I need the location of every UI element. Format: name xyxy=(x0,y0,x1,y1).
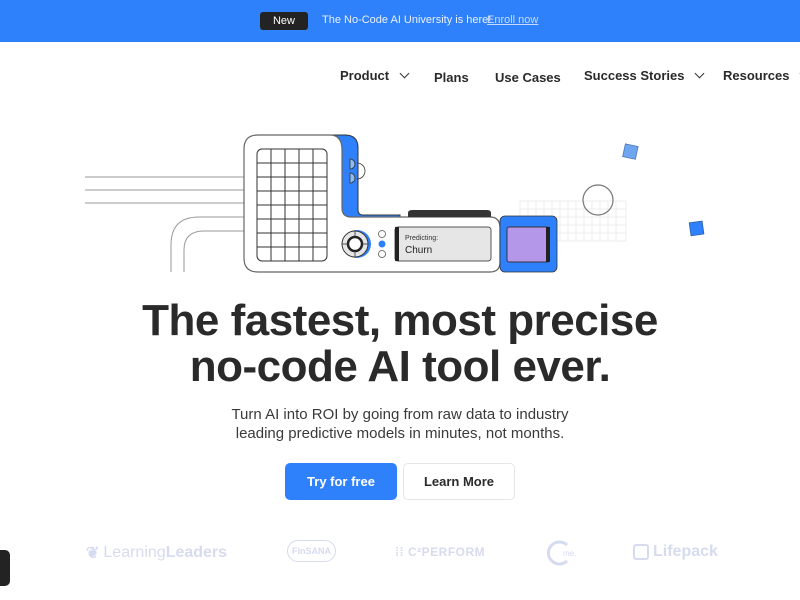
hero-title-line1: The fastest, most precise xyxy=(142,296,658,345)
announcement-message: The No-Code AI University is here! xyxy=(322,14,492,26)
hero-illustration: Predicting: Churn xyxy=(85,134,705,273)
learn-more-button[interactable]: Learn More xyxy=(403,463,515,500)
floating-square-dark xyxy=(688,220,705,237)
announcement-bar: New The No-Code AI University is here! E… xyxy=(0,0,800,42)
hero-title: The fastest, most precise no-code AI too… xyxy=(0,298,800,390)
new-badge: New xyxy=(260,12,308,30)
keypad-grid xyxy=(256,148,328,262)
enroll-now-link[interactable]: Enroll now xyxy=(487,14,538,26)
customer-logos: ❦ Learning Leaders FinSANA ⁞⁞ C²PERFORM m… xyxy=(0,535,800,575)
logo-c2perform: ⁞⁞ C²PERFORM xyxy=(395,545,486,559)
nav-item-plans[interactable]: Plans xyxy=(434,70,469,85)
people-icon: ❦ xyxy=(86,545,100,562)
hero-subtitle-line2: leading predictive models in minutes, no… xyxy=(235,425,565,442)
nav-item-success-stories[interactable]: Success Stories xyxy=(584,68,705,83)
main-nav: Product Plans Use Cases Success Stories … xyxy=(0,62,800,90)
logo-lifepack: Lifepack xyxy=(633,543,718,561)
dots-icon: ⁞⁞ xyxy=(395,545,404,559)
floating-square-light xyxy=(622,143,639,160)
nav-item-label: Success Stories xyxy=(584,68,685,83)
logo-learningleaders: ❦ Learning Leaders xyxy=(86,544,228,562)
hero-subtitle-line1: Turn AI into ROI by going from raw data … xyxy=(231,406,569,423)
hero-title-line2: no-code AI tool ever. xyxy=(189,342,611,391)
display-top-bar xyxy=(408,210,491,217)
nav-item-product[interactable]: Product xyxy=(340,68,410,83)
try-for-free-button[interactable]: Try for free xyxy=(285,463,397,500)
dial-knob-icon xyxy=(341,230,371,258)
nav-item-use-cases[interactable]: Use Cases xyxy=(495,70,561,85)
chevron-down-icon xyxy=(695,68,705,79)
nav-item-resources[interactable]: Resources xyxy=(723,68,800,83)
logo-me: me. xyxy=(545,539,576,567)
hero-subtitle: Turn AI into ROI by going from raw data … xyxy=(0,405,800,443)
floating-circle xyxy=(582,184,614,216)
radio-indicators xyxy=(378,230,386,258)
chat-widget-tab[interactable] xyxy=(0,550,10,586)
connector-lines xyxy=(85,176,245,272)
display-label: Predicting: xyxy=(405,235,438,242)
nav-item-label: Plans xyxy=(434,70,469,85)
lifepack-icon xyxy=(633,544,649,560)
logo-finsana: FinSANA xyxy=(287,540,336,562)
nav-item-label: Resources xyxy=(723,68,790,83)
display-value: Churn xyxy=(405,245,432,256)
chevron-down-icon xyxy=(399,68,410,79)
nav-item-label: Use Cases xyxy=(495,70,561,85)
nav-item-label: Product xyxy=(340,68,390,83)
